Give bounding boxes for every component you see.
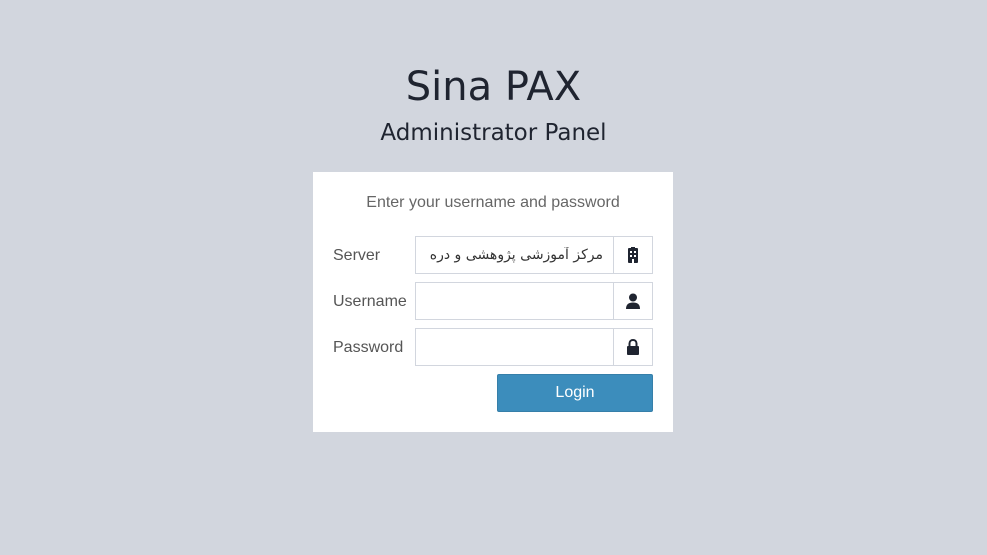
- username-input[interactable]: [415, 282, 613, 320]
- user-icon: [613, 282, 653, 320]
- server-input[interactable]: [415, 236, 613, 274]
- lock-icon: [613, 328, 653, 366]
- server-field-group: [415, 236, 653, 274]
- server-label: Server: [333, 247, 381, 264]
- app-title: Sina PAX: [405, 64, 582, 110]
- username-field-group: [415, 282, 653, 320]
- username-label: Username: [333, 293, 407, 310]
- password-field-group: [415, 328, 653, 366]
- login-button[interactable]: Login: [497, 374, 653, 412]
- login-box: Enter your username and password Server …: [313, 172, 673, 432]
- password-input[interactable]: [415, 328, 613, 366]
- login-message: Enter your username and password: [366, 194, 620, 211]
- building-icon: [613, 236, 653, 274]
- password-label: Password: [333, 339, 404, 356]
- app-subtitle: Administrator Panel: [380, 120, 607, 146]
